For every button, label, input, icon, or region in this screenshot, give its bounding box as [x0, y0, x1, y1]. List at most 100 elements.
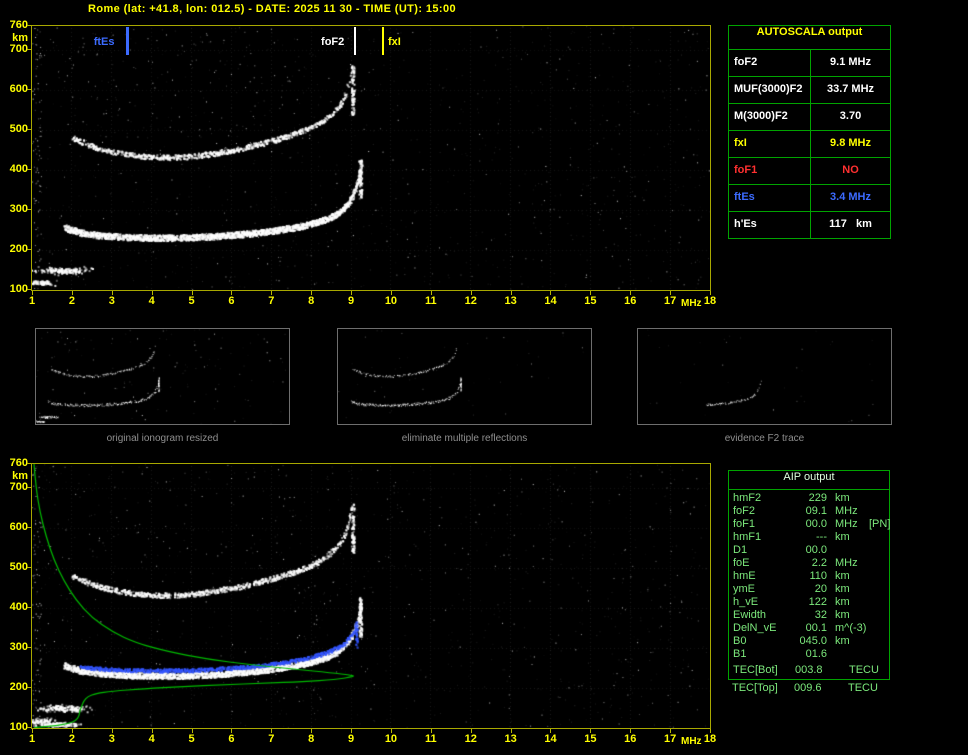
aip-row-note	[869, 622, 885, 635]
x-axis-label: 16	[624, 295, 637, 307]
autoscala-row-h'Es: h'Es 117 km	[729, 211, 890, 238]
x-axis-tick	[390, 729, 392, 733]
aip-row-note	[869, 557, 885, 570]
aip-table-rows: hmF2 229 km foF2 09.1 MHz foF1 00.0 MHz [PN] hmF1 -…	[729, 492, 890, 661]
aip-row-foF1: foF1 00.0 MHz [PN]	[729, 518, 890, 531]
y-axis-label: 760	[9, 457, 28, 469]
aip-row-label: B0	[733, 635, 747, 647]
aip-row-unit	[827, 544, 869, 557]
ionogram-canvas-profile	[32, 464, 710, 728]
x-axis-label: 7	[268, 295, 275, 307]
x-axis-tick	[670, 729, 672, 733]
autoscala-row-value: 9.1 MHz	[830, 56, 871, 68]
autoscala-row-value: 3.70	[839, 110, 862, 122]
autoscala-row-value: 117 km	[829, 218, 872, 230]
x-axis-tick	[191, 291, 193, 295]
aip-row-note	[869, 505, 885, 518]
x-axis-tick	[151, 291, 153, 295]
y-axis-tick	[27, 567, 31, 568]
autoscala-row-ftEs: ftEs 3.4 MHz	[729, 184, 890, 211]
aip-row-value: ---	[816, 531, 827, 543]
x-axis-label: 14	[544, 295, 557, 307]
y-axis-label: 200	[9, 243, 28, 255]
aip-row-label: hmF1	[733, 531, 762, 543]
aip-row-value: 09.1	[805, 505, 827, 517]
y-axis-tick	[27, 129, 31, 130]
autoscala-row-foF1: foF1 NO	[729, 157, 890, 184]
x-axis-label: 17	[663, 295, 677, 307]
aip-row-value: 045.0	[799, 635, 827, 647]
x-axis-tick	[111, 291, 113, 295]
x-axis-label: 7	[268, 733, 275, 745]
thumbnail-caption-eliminate: eliminate multiple reflections	[401, 433, 528, 444]
tec-unit: TECU	[849, 664, 879, 676]
y-axis-tick	[27, 249, 31, 250]
x-axis-tick	[311, 291, 313, 295]
marker-label-foF2: foF2	[321, 36, 345, 48]
thumbnail-canvas-original	[36, 329, 289, 424]
y-axis-label: 400	[9, 601, 28, 613]
x-axis-label: 9	[347, 295, 355, 307]
x-axis-label: 17	[663, 733, 677, 745]
aip-row-hmE: hmE 110 km	[729, 570, 889, 583]
autoscala-row-label: MUF(3000)F2	[729, 77, 811, 103]
aip-row-unit: km	[835, 609, 850, 621]
aip-row-value: 32	[814, 609, 827, 621]
x-axis-tick	[351, 291, 353, 295]
y-axis-label: 200	[9, 681, 28, 693]
thumbnail-caption-original: original ionogram resized	[106, 433, 219, 444]
thumbnail-eliminate-reflections	[337, 328, 592, 425]
aip-row-label: foE	[733, 557, 750, 569]
autoscala-row-label: M(3000)F2	[729, 104, 811, 130]
x-axis-tick	[430, 291, 432, 295]
aip-row-label: ymE	[733, 583, 755, 595]
x-axis-tick	[231, 729, 233, 733]
y-axis-label: 700	[9, 481, 28, 493]
x-axis-tick	[231, 291, 233, 295]
x-axis-label: 10	[384, 295, 398, 307]
y-axis-tick	[27, 607, 31, 608]
x-axis-tick	[271, 291, 273, 295]
aip-row-note	[869, 609, 885, 622]
aip-row-hmF1: hmF1 --- km	[729, 531, 889, 544]
aip-row-value: 122	[808, 596, 827, 608]
y-axis-tick	[27, 209, 31, 210]
x-axis-label: 3	[108, 733, 115, 745]
tec-value: 009.6	[794, 682, 822, 694]
y-axis-tick	[27, 527, 31, 528]
x-axis-tick	[630, 291, 632, 295]
x-axis-tick	[351, 729, 353, 733]
y-axis-label: 300	[9, 203, 28, 215]
x-axis-tick	[510, 729, 512, 733]
aip-row-value: 20	[814, 583, 827, 595]
autoscala-row-fxI: fxI 9.8 MHz	[729, 130, 890, 157]
x-axis-label: 6	[228, 733, 235, 745]
x-axis-label: 2	[68, 733, 75, 745]
autoscala-window: Rome (lat: +41.8, lon: 012.5) - DATE: 20…	[0, 0, 968, 755]
x-axis-label: 1	[28, 733, 36, 745]
x-axis-label: 16	[624, 733, 637, 745]
x-axis-label: 5	[188, 733, 195, 745]
aip-row-ymE: ymE 20 km	[729, 583, 889, 596]
autoscala-row-foF2: foF2 9.1 MHz	[729, 49, 890, 76]
x-axis-tick	[670, 291, 672, 295]
autoscala-row-label: fxI	[729, 131, 811, 157]
tec-top-row-wrap: TEC[Top] 009.6 TECU	[728, 682, 888, 695]
station-date-title: Rome (lat: +41.8, lon: 012.5) - DATE: 20…	[88, 3, 457, 15]
x-axis-tick	[71, 291, 73, 295]
x-axis-tick	[470, 291, 472, 295]
x-axis-tick	[590, 291, 592, 295]
aip-row-unit: km	[835, 635, 850, 647]
x-axis-tick	[710, 291, 711, 295]
aip-row-note	[869, 492, 885, 505]
aip-row-note	[869, 570, 885, 583]
aip-row-unit: km	[835, 492, 850, 504]
x-axis-tick	[710, 729, 711, 733]
tec-label: TEC[Bot]	[733, 664, 778, 676]
aip-row-DelN_vE: DelN_vE 00.1 m^(-3)	[729, 622, 889, 635]
autoscala-table-rows: foF2 9.1 MHz MUF(3000)F2 33.7 MHz M(3000)F2 3…	[729, 49, 890, 238]
aip-table-title: AIP output	[729, 471, 889, 490]
x-axis-tick	[510, 291, 512, 295]
aip-row-foE: foE 2.2 MHz	[729, 557, 889, 570]
aip-row-value: 00.0	[805, 544, 827, 556]
